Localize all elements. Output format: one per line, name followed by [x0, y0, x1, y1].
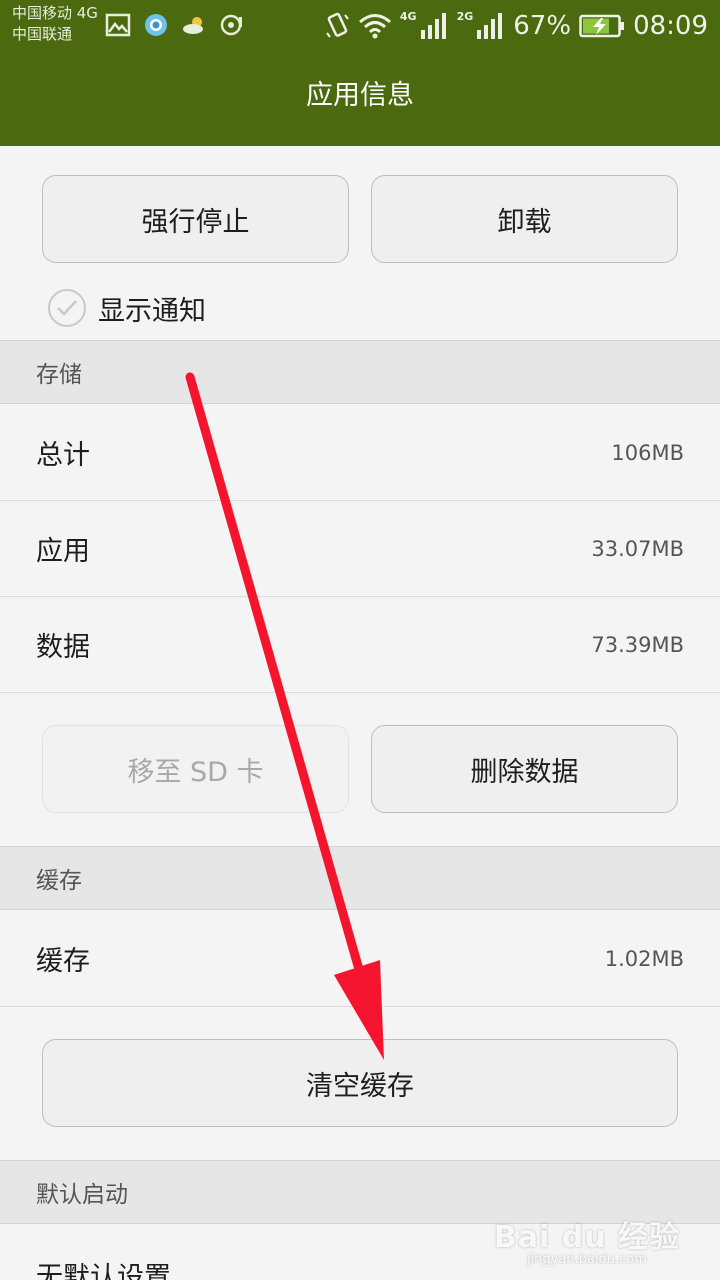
default-launch-section-title: 默认启动: [36, 1182, 128, 1208]
signal-icon: [420, 13, 446, 39]
network-type-1: 4G: [399, 9, 417, 23]
no-default-label: 无默认设置: [36, 1262, 171, 1280]
storage-data-label: 数据: [36, 632, 90, 663]
media-icon: [220, 14, 242, 36]
status-bar: 中国移动 4G 中国联通 4G 2G 67% 08:09: [0, 0, 720, 52]
storage-app-row: 应用 33.07MB: [0, 501, 720, 597]
storage-app-value: 33.07MB: [591, 536, 684, 561]
page-title: 应用信息: [306, 79, 414, 111]
show-notification-row[interactable]: 显示通知: [48, 286, 206, 330]
carrier-info: 中国移动 4G 中国联通: [12, 3, 98, 45]
carrier-2: 中国联通: [12, 25, 73, 43]
uninstall-button[interactable]: 卸载: [371, 175, 678, 263]
system-status: 4G 2G 67% 08:09: [324, 6, 708, 46]
app-info-screen: 中国移动 4G 中国联通 4G 2G 67% 08:09 应用信息 强行停止 卸…: [0, 0, 720, 1280]
cache-section-header: 缓存: [0, 846, 720, 910]
cache-value: 1.02MB: [604, 946, 684, 971]
notification-checkbox[interactable]: [48, 289, 86, 327]
clear-cache-button[interactable]: 清空缓存: [42, 1039, 678, 1127]
app-bar: 应用信息: [0, 52, 720, 146]
clear-data-button[interactable]: 删除数据: [371, 725, 678, 813]
storage-app-label: 应用: [36, 536, 90, 567]
storage-data-row: 数据 73.39MB: [0, 597, 720, 693]
cache-label: 缓存: [36, 946, 90, 977]
clock: 08:09: [633, 11, 708, 41]
network-type-2: 2G: [456, 9, 474, 23]
show-notification-label: 显示通知: [98, 295, 206, 327]
carrier-1: 中国移动 4G: [12, 4, 98, 22]
signal-icon-2: [477, 13, 503, 39]
storage-total-row: 总计 106MB: [0, 405, 720, 501]
vibrate-icon: [326, 12, 349, 38]
storage-section-header: 存储: [0, 340, 720, 404]
watermark-logo: Bai du 经验: [493, 1220, 680, 1255]
move-to-sd-button[interactable]: 移至 SD 卡: [42, 725, 349, 813]
storage-data-value: 73.39MB: [591, 632, 684, 657]
force-stop-button[interactable]: 强行停止: [42, 175, 349, 263]
notification-icons: [104, 10, 246, 40]
baidu-watermark: Bai du 经验 jingyan.baidu.com: [494, 1212, 680, 1267]
battery-charging-icon: [579, 14, 625, 38]
check-icon: [57, 300, 77, 316]
storage-total-value: 106MB: [611, 440, 684, 465]
wifi-icon: [358, 14, 391, 39]
weather-icon: [183, 17, 203, 34]
cache-row: 缓存 1.02MB: [0, 911, 720, 1007]
storage-section-title: 存储: [36, 362, 82, 388]
gallery-icon: [105, 13, 131, 37]
battery-percent: 67%: [513, 11, 572, 41]
storage-total-label: 总计: [36, 440, 90, 471]
browser-icon: [145, 14, 167, 36]
cache-section-title: 缓存: [36, 868, 82, 894]
